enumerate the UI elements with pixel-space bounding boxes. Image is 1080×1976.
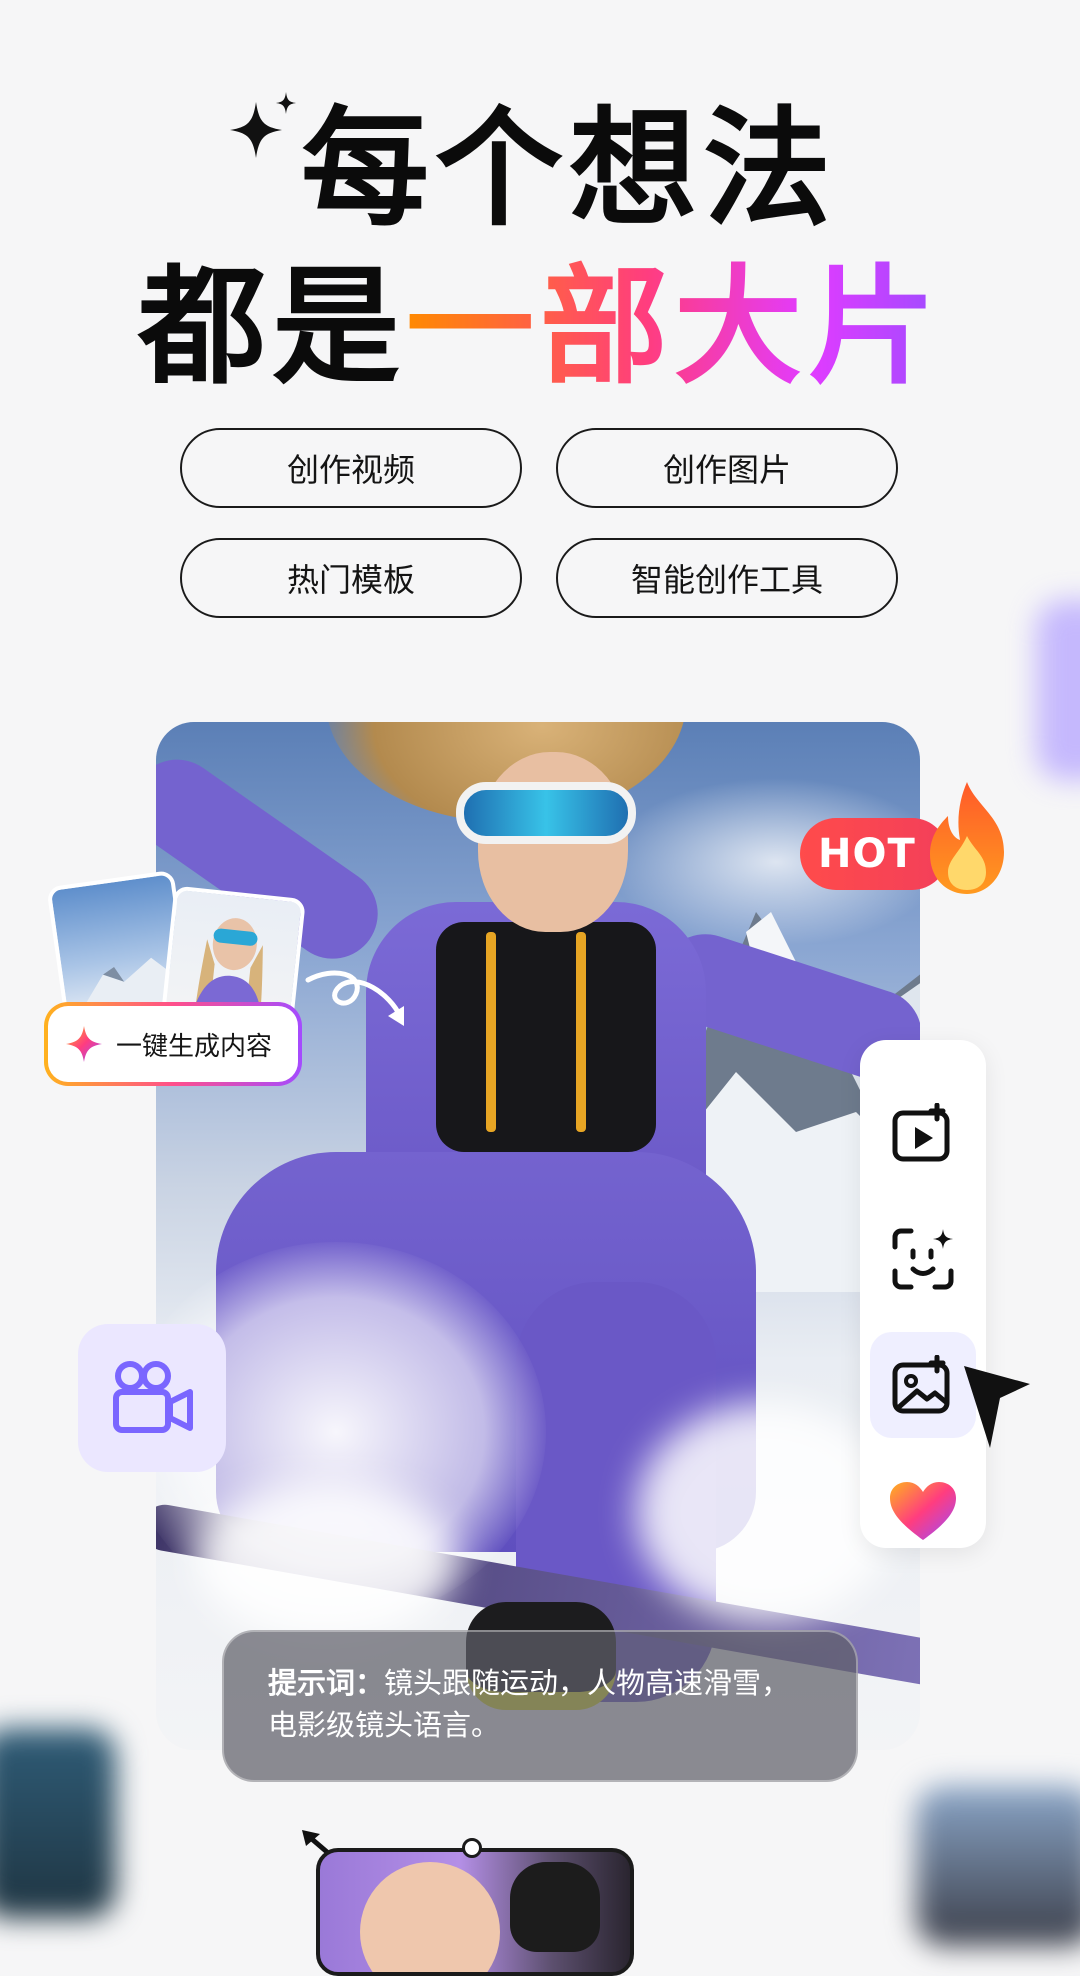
create-video-button[interactable]: 创作视频 bbox=[180, 428, 522, 508]
vest bbox=[436, 922, 656, 1152]
sparkle-gradient-icon bbox=[66, 1026, 102, 1062]
decorative-blur bbox=[0, 1728, 116, 1918]
hero-image bbox=[156, 722, 920, 1750]
flame-icon bbox=[930, 782, 1004, 894]
smart-tools-button[interactable]: 智能创作工具 bbox=[556, 538, 898, 618]
video-camera-card[interactable] bbox=[78, 1324, 226, 1472]
decorative-blur bbox=[1036, 600, 1080, 780]
dog bbox=[510, 1862, 600, 1952]
favorite-button[interactable] bbox=[870, 1458, 976, 1564]
prompt-caption: 提示词：镜头跟随运动，人物高速滑雪，电影级镜头语言。 bbox=[222, 1630, 858, 1782]
one-click-generate-label[interactable]: 一键生成内容 bbox=[44, 1002, 302, 1086]
image-generate-icon bbox=[892, 1355, 950, 1414]
bottom-preview-card bbox=[316, 1848, 634, 1976]
headline-plain: 都是 bbox=[137, 253, 406, 402]
curved-arrow-icon bbox=[305, 970, 404, 1026]
face-ai-icon bbox=[892, 1228, 954, 1290]
generate-label-text: 一键生成内容 bbox=[116, 1031, 273, 1062]
prompt-prefix: 提示词： bbox=[268, 1666, 385, 1700]
face-ai-button[interactable] bbox=[870, 1206, 976, 1312]
headline-line-2: 都是一部大片 bbox=[0, 258, 1080, 398]
create-image-button[interactable]: 创作图片 bbox=[556, 428, 898, 508]
goggles bbox=[456, 782, 636, 844]
video-generate-button[interactable] bbox=[870, 1080, 976, 1186]
snow-spray bbox=[196, 1482, 456, 1642]
hot-templates-button[interactable]: 热门模板 bbox=[180, 538, 522, 618]
zipper bbox=[486, 932, 496, 1132]
tool-sidebar bbox=[860, 1040, 986, 1548]
face bbox=[360, 1862, 500, 1972]
video-generate-icon bbox=[892, 1103, 950, 1162]
zipper bbox=[576, 932, 586, 1132]
video-camera-icon bbox=[113, 1361, 193, 1433]
headline-gradient: 一部大片 bbox=[406, 253, 943, 402]
decorative-blur bbox=[916, 1786, 1080, 1946]
headline-line-1: 每个想法 bbox=[300, 95, 837, 244]
cursor-arrow-icon bbox=[964, 1366, 1030, 1448]
resize-handle[interactable] bbox=[462, 1838, 482, 1858]
snow-spray bbox=[636, 1402, 896, 1622]
heart-icon bbox=[890, 1482, 956, 1540]
